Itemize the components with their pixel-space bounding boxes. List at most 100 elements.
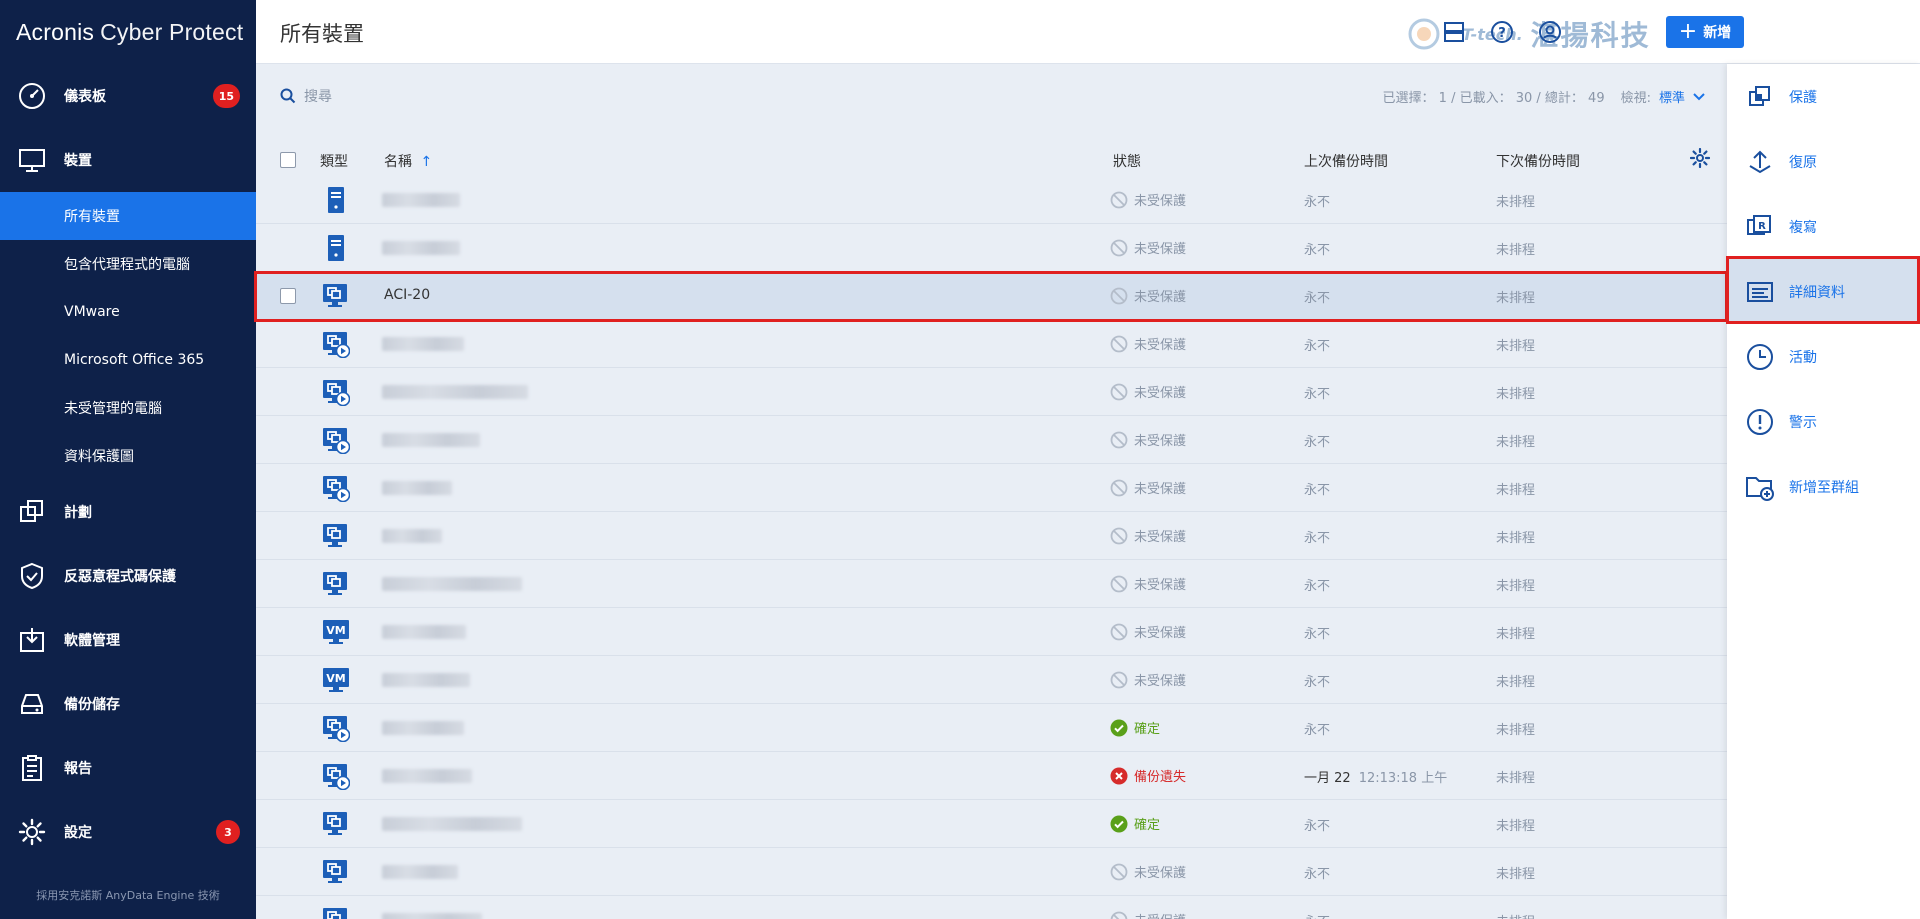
unprotected-status-icon bbox=[1110, 671, 1128, 688]
table-row[interactable]: 未受保護 永不 未排程 bbox=[256, 848, 1727, 896]
table-row[interactable]: 未受保護 永不 未排程 bbox=[256, 320, 1727, 368]
action-label: 活動 bbox=[1789, 349, 1817, 366]
device-type-icon bbox=[322, 282, 350, 310]
table-row[interactable]: 備份遺失 一月 22 12:13:18 上午 未排程 bbox=[256, 752, 1727, 800]
action-add-folder[interactable]: 新增至群組 bbox=[1727, 454, 1920, 519]
add-button-label: 新增 bbox=[1703, 25, 1732, 41]
action-protect[interactable]: 保護 bbox=[1727, 64, 1920, 129]
view-selector[interactable]: 標準 bbox=[1659, 87, 1685, 106]
sidebar-subitem[interactable]: 包含代理程式的電腦 bbox=[0, 240, 256, 288]
table-row[interactable]: 確定 永不 未排程 bbox=[256, 800, 1727, 848]
last-backup-value: 永不 bbox=[1304, 291, 1331, 306]
unprotected-status-icon bbox=[1110, 383, 1128, 400]
table-row[interactable]: 未受保護 永不 未排程 bbox=[256, 368, 1727, 416]
last-backup-value: 永不 bbox=[1304, 387, 1331, 402]
column-last-backup[interactable]: 上次備份時間 bbox=[1304, 151, 1388, 171]
sidebar-item-report[interactable]: 報告 bbox=[0, 736, 256, 800]
next-backup-cell: 未排程 bbox=[1496, 771, 1536, 786]
sidebar-subitem[interactable]: VMware bbox=[0, 288, 256, 336]
redacted-device-name bbox=[382, 433, 480, 447]
status-label: 備份遺失 bbox=[1134, 770, 1187, 785]
last-backup-value: 永不 bbox=[1304, 435, 1331, 450]
select-all-checkbox[interactable] bbox=[280, 152, 296, 168]
add-button[interactable]: + 新增 bbox=[1666, 16, 1744, 48]
device-status: 未受保護 bbox=[1110, 382, 1186, 401]
unprotected-status-icon bbox=[1110, 431, 1128, 448]
search-icon bbox=[280, 88, 296, 104]
action-replicate[interactable]: R 複寫 bbox=[1727, 194, 1920, 259]
last-backup-value: 永不 bbox=[1304, 483, 1331, 498]
last-backup-cell: 永不 bbox=[1304, 863, 1330, 882]
table-row[interactable]: VM 未受保護 永不 未排程 bbox=[256, 608, 1727, 656]
sort-ascending-icon: ↑ bbox=[420, 154, 433, 170]
device-status: 未受保護 bbox=[1110, 910, 1186, 919]
table-row[interactable]: 未受保護 永不 未排程 bbox=[256, 416, 1727, 464]
action-recover[interactable]: 復原 bbox=[1727, 129, 1920, 194]
dashboard-icon bbox=[16, 80, 48, 112]
device-type-icon bbox=[322, 522, 350, 550]
status-label: 未受保護 bbox=[1134, 910, 1186, 919]
column-settings-gear-icon[interactable] bbox=[1689, 147, 1711, 172]
device-name[interactable]: ACI-20 bbox=[384, 287, 430, 303]
action-details[interactable]: 詳細資料 bbox=[1727, 259, 1920, 324]
device-status: 未受保護 bbox=[1110, 670, 1186, 689]
device-type-icon bbox=[322, 330, 351, 359]
chevron-down-icon[interactable] bbox=[1693, 92, 1705, 101]
table-row[interactable]: VM 未受保護 永不 未排程 bbox=[256, 656, 1727, 704]
redacted-device-name bbox=[382, 769, 472, 783]
status-label: 未受保護 bbox=[1134, 194, 1187, 209]
sidebar-item-shield[interactable]: 反惡意程式碼保護 bbox=[0, 544, 256, 608]
action-label: 警示 bbox=[1789, 414, 1817, 431]
row-checkbox[interactable] bbox=[280, 288, 296, 304]
layout-icon[interactable] bbox=[1440, 18, 1468, 46]
help-icon[interactable]: ? bbox=[1488, 18, 1516, 46]
next-backup-cell: 未排程 bbox=[1496, 435, 1536, 450]
sidebar-item-dashboard[interactable]: 儀表板 15 bbox=[0, 64, 256, 128]
device-list-panel: 搜尋 已選擇： 1 / 已載入： 30 / 總計： 49 檢視: 標準 類型 名… bbox=[256, 64, 1727, 919]
table-row[interactable]: 確定 永不 未排程 bbox=[256, 704, 1727, 752]
sidebar-subitem[interactable]: Microsoft Office 365 bbox=[0, 336, 256, 384]
svg-text:VM: VM bbox=[326, 624, 345, 637]
table-row[interactable]: 未受保護 永不 未排程 bbox=[256, 560, 1727, 608]
last-backup-value: 永不 bbox=[1304, 819, 1331, 834]
column-status[interactable]: 狀態 bbox=[1113, 151, 1141, 171]
device-status: 未受保護 bbox=[1110, 574, 1186, 593]
table-row[interactable]: ACI-20 未受保護 永不 未排程 bbox=[256, 272, 1727, 320]
sidebar-item-label: 反惡意程式碼保護 bbox=[64, 569, 176, 585]
action-alert[interactable]: 警示 bbox=[1727, 389, 1920, 454]
sidebar: Acronis Cyber Protect 儀表板 15 裝置 所有裝置 包含代理程… bbox=[0, 0, 256, 919]
sidebar-subitem[interactable]: 未受管理的電腦 bbox=[0, 384, 256, 432]
sidebar-item-software[interactable]: 軟體管理 bbox=[0, 608, 256, 672]
column-next-backup[interactable]: 下次備份時間 bbox=[1496, 151, 1580, 171]
table-row[interactable]: 未受保護 永不 未排程 bbox=[256, 896, 1727, 919]
notification-badge: 3 bbox=[216, 820, 240, 844]
column-type[interactable]: 類型 bbox=[320, 151, 348, 171]
next-backup-cell: 未排程 bbox=[1496, 387, 1536, 402]
column-name[interactable]: 名稱 ↑ bbox=[384, 151, 432, 171]
table-row[interactable]: 未受保護 永不 未排程 bbox=[256, 512, 1727, 560]
sidebar-item-plans[interactable]: 計劃 bbox=[0, 480, 256, 544]
sidebar-item-label: 計劃 bbox=[64, 505, 92, 521]
stats-text: 已選擇： 1 / 已載入： 30 / 總計： 49 bbox=[1382, 91, 1605, 106]
search-box[interactable]: 搜尋 bbox=[280, 86, 332, 106]
sidebar-item-gear[interactable]: 設定 3 bbox=[0, 800, 256, 864]
table-row[interactable]: 未受保護 永不 未排程 bbox=[256, 464, 1727, 512]
unprotected-status-icon bbox=[1110, 479, 1128, 496]
sidebar-item-storage[interactable]: 備份儲存 bbox=[0, 672, 256, 736]
sidebar-subitem[interactable]: 資料保護圖 bbox=[0, 432, 256, 480]
status-label: 未受保護 bbox=[1134, 866, 1187, 881]
last-backup-cell: 永不 bbox=[1304, 623, 1330, 642]
sidebar-subitem[interactable]: 所有裝置 bbox=[0, 192, 256, 240]
top-bar: 所有裝置 T-tech. 湛揚科技 + 新增 ? bbox=[256, 0, 1920, 64]
device-status: 未受保護 bbox=[1110, 526, 1186, 545]
brand-logo[interactable]: Acronis Cyber Protect bbox=[0, 0, 256, 64]
user-account-icon[interactable] bbox=[1536, 18, 1564, 46]
last-backup-value: 永不 bbox=[1304, 531, 1331, 546]
table-row[interactable]: 未受保護 永不 未排程 bbox=[256, 176, 1727, 224]
sidebar-item-monitor[interactable]: 裝置 bbox=[0, 128, 256, 192]
device-type-icon bbox=[322, 906, 350, 919]
action-clock[interactable]: 活動 bbox=[1727, 324, 1920, 389]
unprotected-status-icon bbox=[1110, 287, 1128, 304]
unprotected-status-icon bbox=[1110, 527, 1128, 544]
table-row[interactable]: 未受保護 永不 未排程 bbox=[256, 224, 1727, 272]
